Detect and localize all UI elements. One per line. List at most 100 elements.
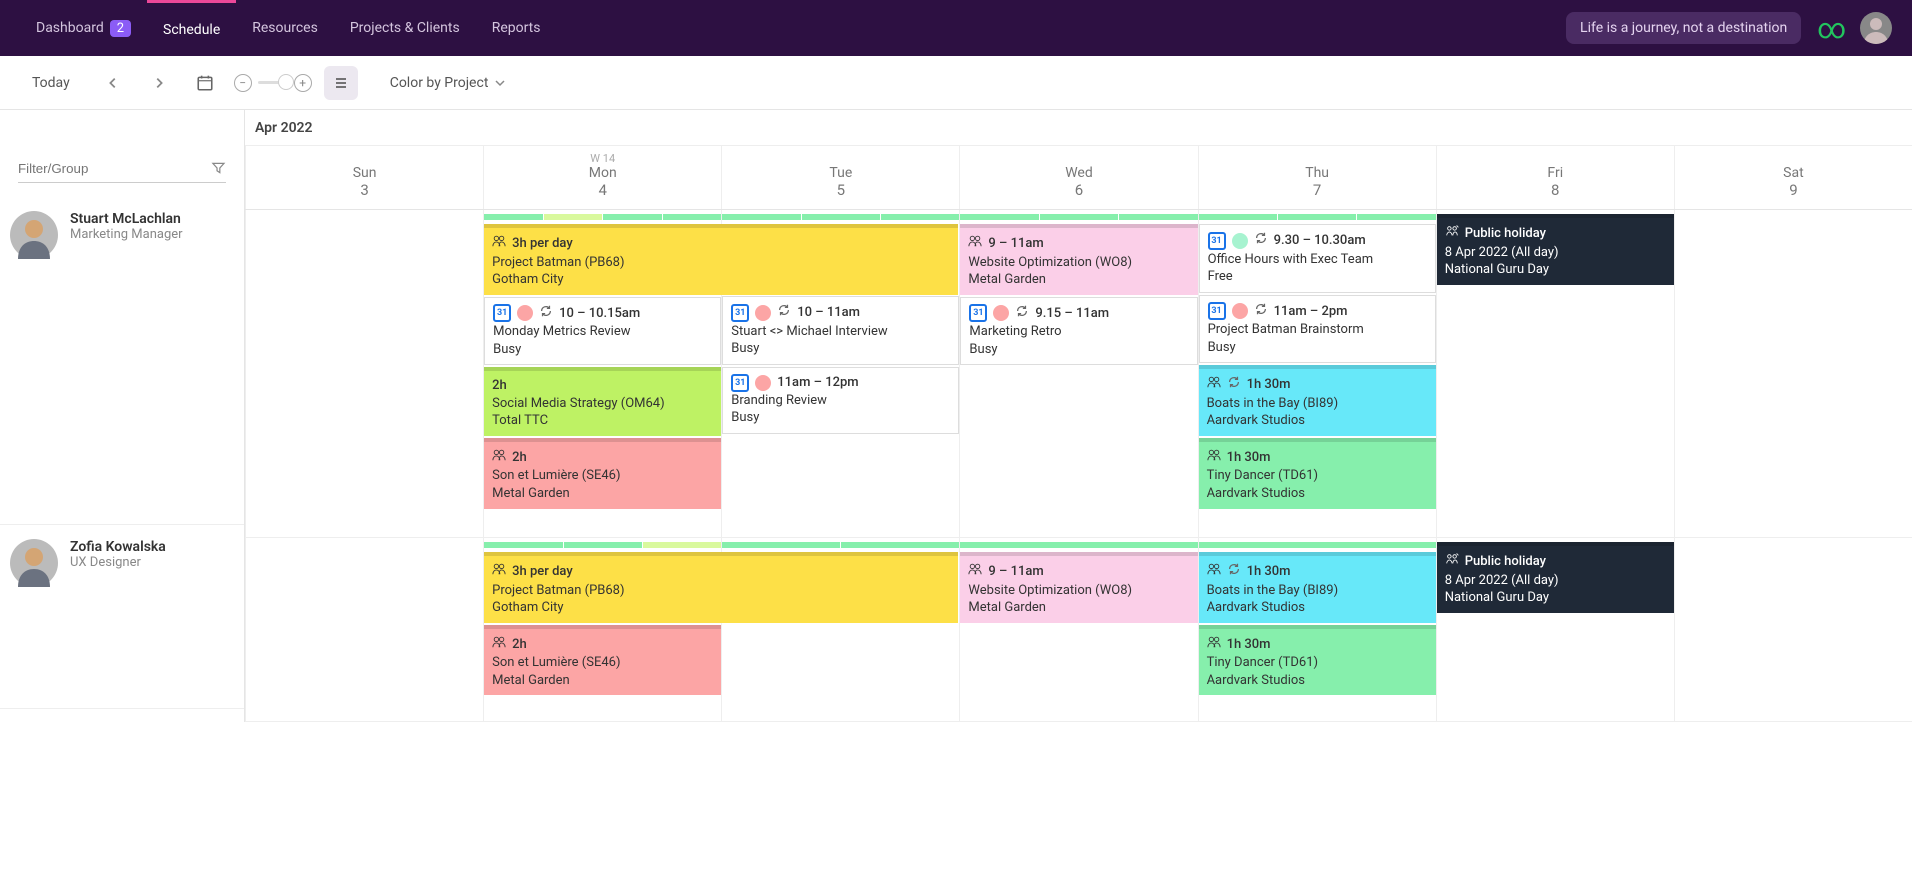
day-cell[interactable]: 9 – 11am Website Optimization (WO8) Meta… [959, 210, 1197, 537]
event-block[interactable]: 9 – 11am Website Optimization (WO8) Meta… [960, 552, 1197, 623]
people-icon [492, 234, 506, 254]
event-block[interactable]: 1h 30m Tiny Dancer (TD61) Aardvark Studi… [1199, 438, 1436, 509]
day-cell[interactable]: 3h per day Project Batman (PB68) Gotham … [483, 210, 721, 537]
event-block[interactable]: 3111am – 2pm Project Batman Brainstorm B… [1199, 295, 1436, 364]
prev-button[interactable] [96, 66, 130, 100]
nav-schedule[interactable]: Schedule [147, 0, 236, 56]
nav-projects[interactable]: Projects & Clients [334, 0, 476, 56]
user-avatar[interactable] [1860, 12, 1892, 44]
color-dot [517, 305, 533, 321]
nav-resources[interactable]: Resources [236, 0, 334, 56]
capacity-bar [484, 542, 721, 548]
day-cell[interactable] [245, 210, 483, 537]
gcal-icon: 31 [969, 304, 987, 322]
event-block[interactable]: Public holiday 8 Apr 2022 (All day) Nati… [1437, 542, 1674, 613]
today-button[interactable]: Today [18, 69, 84, 97]
people-icon [492, 635, 506, 655]
day-column: Sat9 [1674, 146, 1912, 209]
event-block[interactable]: 1h 30m Boats in the Bay (BI89) Aardvark … [1199, 365, 1436, 436]
filter-input[interactable] [18, 161, 211, 176]
nav-dashboard[interactable]: Dashboard 2 [20, 0, 147, 56]
day-column: Fri8 [1436, 146, 1674, 209]
avatar [10, 539, 58, 587]
people-icon [492, 448, 506, 468]
event-block[interactable]: 319.30 – 10.30am Office Hours with Exec … [1199, 224, 1436, 293]
event-block[interactable]: 2h Son et Lumière (SE46) Metal Garden [484, 625, 721, 696]
holiday-icon [1445, 224, 1459, 244]
people-icon [1207, 635, 1221, 655]
capacity-bar [722, 542, 959, 548]
day-column: Thu7 [1198, 146, 1436, 209]
people-icon [492, 562, 506, 582]
quote-banner: Life is a journey, not a destination [1566, 12, 1801, 44]
schedule-row: 3h per day Project Batman (PB68) Gotham … [245, 210, 1912, 538]
zoom-in-icon[interactable]: + [294, 74, 312, 92]
sidebar: x Stuart McLachlan Marketing Manager Zof… [0, 110, 245, 722]
capacity-bar [722, 214, 959, 220]
event-block[interactable]: 2h Son et Lumière (SE46) Metal Garden [484, 438, 721, 509]
gcal-icon: 31 [1208, 232, 1226, 250]
recur-icon [1227, 375, 1241, 395]
color-dot [755, 375, 771, 391]
gcal-icon: 31 [731, 374, 749, 392]
nav-reports[interactable]: Reports [476, 0, 557, 56]
day-cell[interactable]: 1h 30m Boats in the Bay (BI89) Aardvark … [1198, 538, 1436, 721]
event-block[interactable]: 3h per day Project Batman (PB68) Gotham … [484, 224, 958, 295]
infinity-icon[interactable]: ∞ [1817, 12, 1846, 45]
day-cell[interactable]: 319.30 – 10.30am Office Hours with Exec … [1198, 210, 1436, 537]
event-block[interactable]: 3h per day Project Batman (PB68) Gotham … [484, 552, 958, 623]
event-block[interactable]: 3110 – 10.15am Monday Metrics Review Bus… [484, 297, 721, 366]
calendar-button[interactable] [188, 66, 222, 100]
nav-badge: 2 [110, 20, 131, 37]
person-name: Stuart McLachlan [70, 211, 183, 227]
filter-icon[interactable] [211, 160, 226, 176]
event-block[interactable]: 2h Social Media Strategy (OM64) Total TT… [484, 367, 721, 436]
holiday-icon [1445, 552, 1459, 572]
day-column: Sun3 [245, 146, 483, 209]
event-block[interactable]: 1h 30m Boats in the Bay (BI89) Aardvark … [1199, 552, 1436, 623]
person-role: UX Designer [70, 555, 166, 570]
recur-icon [777, 303, 791, 323]
event-block[interactable]: 9 – 11am Website Optimization (WO8) Meta… [960, 224, 1197, 295]
toolbar: Today − + Color by Project [0, 56, 1912, 110]
event-block[interactable]: 1h 30m Tiny Dancer (TD61) Aardvark Studi… [1199, 625, 1436, 696]
month-label: Apr 2022 [245, 110, 1912, 146]
event-block[interactable]: Public holiday 8 Apr 2022 (All day) Nati… [1437, 214, 1674, 285]
people-icon [1207, 562, 1221, 582]
capacity-bar [484, 214, 721, 220]
capacity-bar [1199, 214, 1436, 220]
color-dot [993, 305, 1009, 321]
person-row[interactable]: Zofia Kowalska UX Designer [0, 525, 244, 709]
gcal-icon: 31 [731, 304, 749, 322]
next-button[interactable] [142, 66, 176, 100]
day-cell[interactable] [1674, 210, 1912, 537]
people-icon [1207, 375, 1221, 395]
day-cell[interactable] [1674, 538, 1912, 721]
recur-icon [1015, 304, 1029, 324]
schedule-row: 3h per day Project Batman (PB68) Gotham … [245, 538, 1912, 722]
zoom-control[interactable]: − + [234, 74, 312, 92]
person-row[interactable]: Stuart McLachlan Marketing Manager [0, 197, 244, 525]
day-cell[interactable]: 3h per day Project Batman (PB68) Gotham … [483, 538, 721, 721]
person-name: Zofia Kowalska [70, 539, 166, 555]
list-view-button[interactable] [324, 66, 358, 100]
color-dot [755, 305, 771, 321]
recur-icon [1254, 231, 1268, 251]
zoom-out-icon[interactable]: − [234, 74, 252, 92]
chevron-down-icon [494, 77, 506, 89]
color-dot [1232, 303, 1248, 319]
capacity-bar [960, 542, 1197, 548]
event-block[interactable]: 3111am – 12pm Branding Review Busy [722, 367, 959, 434]
color-by-dropdown[interactable]: Color by Project [390, 75, 507, 91]
recur-icon [539, 304, 553, 324]
people-icon [1207, 448, 1221, 468]
day-cell[interactable]: Public holiday 8 Apr 2022 (All day) Nati… [1436, 210, 1674, 537]
event-block[interactable]: 319.15 – 11am Marketing Retro Busy [960, 297, 1197, 366]
day-cell[interactable] [245, 538, 483, 721]
people-icon [968, 562, 982, 582]
day-column: Wed6 [959, 146, 1197, 209]
day-column: W 14Mon4 [483, 146, 721, 209]
day-cell[interactable]: Public holiday 8 Apr 2022 (All day) Nati… [1436, 538, 1674, 721]
event-block[interactable]: 3110 – 11am Stuart <> Michael Interview … [722, 296, 959, 365]
day-cell[interactable]: 9 – 11am Website Optimization (WO8) Meta… [959, 538, 1197, 721]
